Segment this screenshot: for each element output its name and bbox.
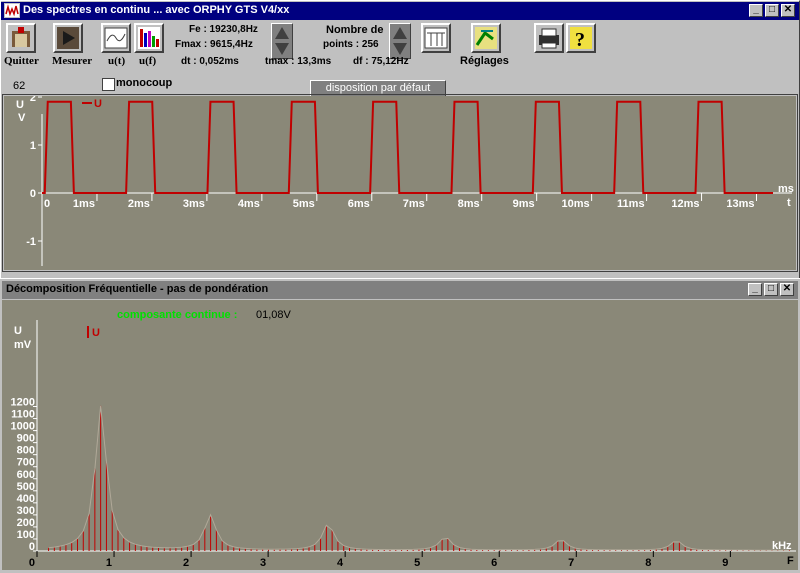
x-tick-label: 6 — [491, 557, 497, 569]
monocoup-label[interactable]: monocoup — [116, 77, 172, 89]
window-title: Des spectres en continu ... avec ORPHY G… — [23, 4, 290, 16]
legend-label: U — [94, 98, 102, 110]
y-label-1: U — [16, 99, 24, 111]
quit-label[interactable]: Quitter — [4, 55, 39, 67]
settings-icon[interactable] — [471, 23, 501, 53]
spectrum-title: Décomposition Fréquentielle - pas de pon… — [6, 283, 269, 295]
spectrum-maximize-button[interactable]: □ — [764, 283, 778, 296]
ut-label[interactable]: u(t) — [108, 55, 125, 67]
x-tick-label: 8 — [645, 557, 651, 569]
y-tick-label: 1200 — [11, 397, 35, 409]
y-tick-label: 0 — [29, 541, 35, 553]
tmax-value: tmax : 13,3ms — [265, 56, 332, 67]
time-graph-icon[interactable] — [101, 23, 131, 53]
counter-value: 62 — [13, 80, 26, 92]
dt-value: dt : 0,052ms — [181, 56, 239, 67]
spectrum-titlebar: Décomposition Fréquentielle - pas de pon… — [2, 281, 798, 299]
x-axis-end-label: F — [787, 555, 794, 567]
help-icon[interactable]: ? — [566, 23, 596, 53]
x-tick-label: 1ms — [73, 198, 95, 210]
play-icon[interactable] — [53, 23, 83, 53]
dc-label: composante continue : — [117, 309, 237, 321]
spectrum-close-button[interactable]: ✕ — [780, 283, 794, 296]
y-tick-label: 0 — [30, 188, 36, 200]
x-tick-label: 8ms — [458, 198, 480, 210]
points-label-1: Nombre de — [326, 24, 384, 36]
spectrum-icon[interactable] — [134, 23, 164, 53]
x-tick-label: 7ms — [403, 198, 425, 210]
points-spinner[interactable] — [389, 23, 411, 59]
y-tick-label: 1000 — [11, 421, 35, 433]
time-panel: UVU210-1-201ms2ms3ms4ms5ms6ms7ms8ms9ms10… — [2, 94, 798, 272]
uf-label[interactable]: u(f) — [139, 55, 156, 67]
y-tick-label: 100 — [17, 529, 35, 541]
y-tick-label: 800 — [17, 445, 35, 457]
y-tick-label: 200 — [17, 517, 35, 529]
app-icon — [4, 3, 20, 18]
signal-line — [42, 100, 773, 194]
spectrum-minimize-button[interactable]: _ — [748, 283, 762, 296]
time-chart: UVU210-1-201ms2ms3ms4ms5ms6ms7ms8ms9ms10… — [16, 96, 794, 266]
x-tick-label: 10ms — [561, 198, 589, 210]
x-tick-label: 0 — [44, 198, 50, 210]
x-tick-label: 4ms — [238, 198, 260, 210]
main-titlebar: Des spectres en continu ... avec ORPHY G… — [1, 2, 799, 20]
y-tick-label: 900 — [17, 433, 35, 445]
y-tick-label: 700 — [17, 457, 35, 469]
x-tick-label: 5ms — [293, 198, 315, 210]
dc-value: 01,08V — [256, 309, 292, 321]
y-label-2: V — [18, 112, 26, 124]
svg-text:?: ? — [575, 29, 585, 51]
window-layout-icon[interactable] — [421, 23, 451, 53]
y-tick-label: 1 — [30, 140, 36, 152]
time-plot: UVU210-1-201ms2ms3ms4ms5ms6ms7ms8ms9ms10… — [4, 96, 796, 270]
print-icon[interactable] — [534, 23, 564, 53]
y-tick-label: 400 — [17, 493, 35, 505]
x-tick-label: 9ms — [513, 198, 535, 210]
y-tick-label: 600 — [17, 469, 35, 481]
maximize-button[interactable]: □ — [765, 4, 779, 17]
spectrum-plot: UmV Ucomposante continue :01,08V 1200 1100 1… — [2, 300, 798, 570]
minimize-button[interactable]: _ — [749, 4, 763, 17]
measure-label[interactable]: Mesurer — [52, 55, 92, 67]
toolbar: Quitter Mesurer u(t) u(f) Fe : 19230,8Hz… — [1, 20, 799, 96]
x-tick-label: 3ms — [183, 198, 205, 210]
df-value: df : 75,12Hz — [353, 56, 409, 67]
spectrum-chart: UmVUcomposante continue :01,08V120011001… — [11, 309, 796, 569]
x-tick-label: 11ms — [617, 198, 645, 210]
x-tick-label: 2 — [183, 557, 189, 569]
y-tick-label: 1100 — [11, 409, 35, 421]
close-button[interactable]: ✕ — [781, 4, 795, 17]
points-label-2: points : 256 — [323, 39, 379, 50]
x-tick-label: 13ms — [726, 198, 754, 210]
quit-icon[interactable] — [6, 23, 36, 53]
monocoup-checkbox[interactable] — [102, 78, 115, 91]
spectrum-envelope — [48, 405, 790, 551]
x-tick-label: 9 — [722, 557, 728, 569]
x-tick-label: 5 — [414, 557, 420, 569]
x-tick-label: 4 — [337, 557, 344, 569]
x-tick-label: 2ms — [128, 198, 150, 210]
x-tick-label: 12ms — [671, 198, 699, 210]
x-unit: ms — [778, 183, 794, 195]
y-label-1: U — [14, 325, 22, 337]
sampling-spinner[interactable] — [271, 23, 293, 59]
y-tick-label: -1 — [26, 236, 36, 248]
y-label-2: mV — [14, 339, 32, 351]
x-tick-label: 7 — [568, 557, 574, 569]
x-tick-label: 6ms — [348, 198, 370, 210]
x-tick-label: 1 — [106, 557, 112, 569]
settings-label[interactable]: Réglages — [460, 55, 509, 67]
fe-value: Fe : 19230,8Hz — [189, 24, 258, 35]
x-tick-label: 0 — [29, 557, 35, 569]
legend-label: U — [92, 327, 100, 339]
y-tick-label: 300 — [17, 505, 35, 517]
x-axis-end-label: t — [787, 197, 791, 209]
fmax-value: Fmax : 9615,4Hz — [175, 39, 253, 50]
y-tick-label: 2 — [30, 96, 36, 104]
y-tick-label: 500 — [17, 481, 35, 493]
x-tick-label: 3 — [260, 557, 266, 569]
